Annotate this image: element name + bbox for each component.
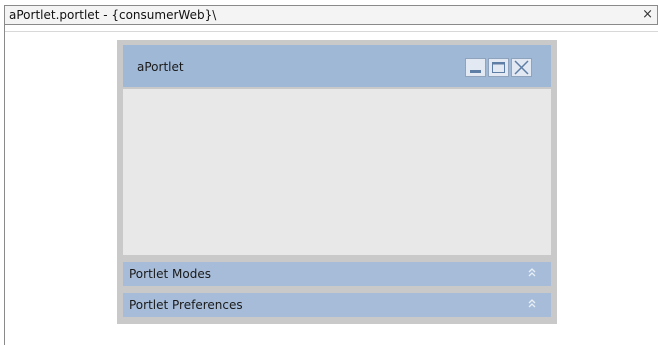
chevron-double-up-icon <box>528 268 536 277</box>
portlet-content <box>123 89 551 255</box>
minimize-button[interactable] <box>465 58 486 77</box>
maximize-button[interactable] <box>488 58 509 77</box>
section-label: Portlet Modes <box>129 267 211 281</box>
chevron-double-up-icon <box>528 299 536 308</box>
portlet-title-bar: aPortlet <box>123 45 551 87</box>
section-label: Portlet Preferences <box>129 298 243 312</box>
minimize-icon <box>470 70 481 73</box>
editor-tab[interactable]: aPortlet.portlet - {consumerWeb}\ × <box>4 5 658 25</box>
portlet-title: aPortlet <box>137 60 184 74</box>
portlet-frame: aPortlet Portlet Modes Portlet Preferenc… <box>117 40 557 324</box>
close-tab-icon[interactable]: × <box>642 7 653 23</box>
editor-tab-title: aPortlet.portlet - {consumerWeb}\ <box>9 8 217 22</box>
portlet-preferences-section[interactable]: Portlet Preferences <box>123 293 551 317</box>
maximize-icon <box>492 62 505 73</box>
divider <box>5 31 658 32</box>
portlet-modes-section[interactable]: Portlet Modes <box>123 262 551 286</box>
close-button[interactable] <box>511 58 532 77</box>
close-icon <box>514 60 529 75</box>
